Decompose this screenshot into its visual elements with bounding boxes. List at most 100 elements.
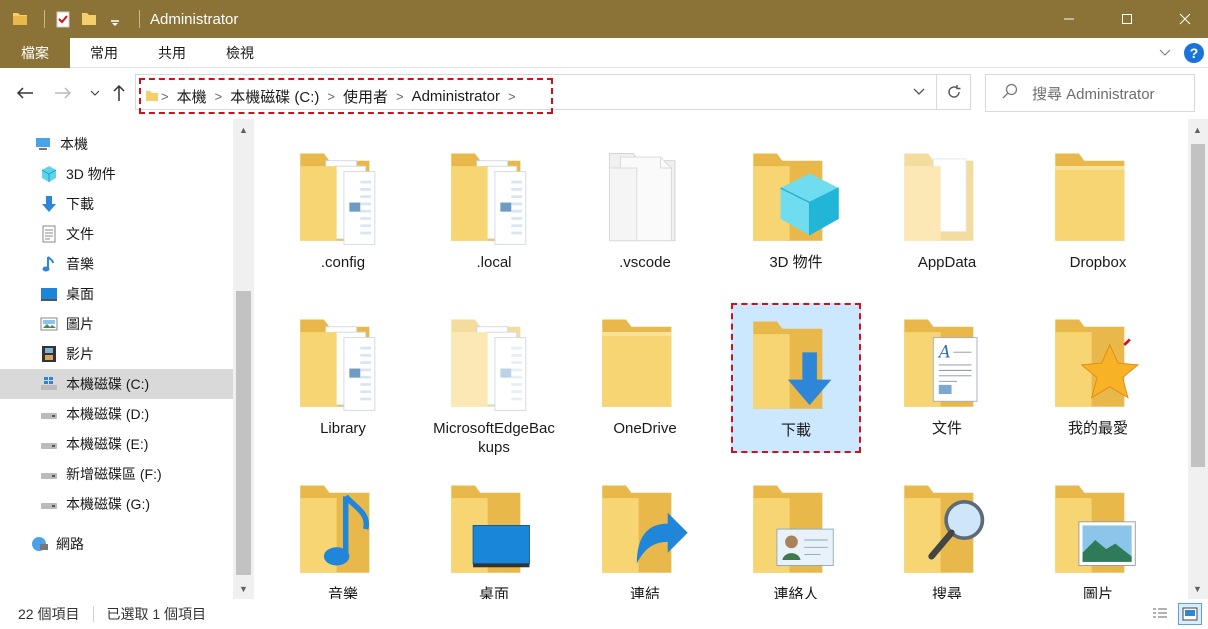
maximize-button[interactable]: [1104, 0, 1150, 38]
folder-star-icon: [1048, 309, 1148, 419]
breadcrumb-users[interactable]: 使用者: [343, 86, 388, 107]
nav-item-network[interactable]: 網路: [0, 529, 233, 559]
file-item[interactable]: 圖片: [1033, 469, 1163, 599]
file-item[interactable]: 3D 物件: [731, 137, 861, 287]
expand-ribbon-icon[interactable]: [1158, 45, 1172, 61]
help-icon[interactable]: ?: [1184, 43, 1204, 63]
file-item[interactable]: A 文件: [882, 303, 1012, 453]
refresh-button[interactable]: [936, 75, 970, 109]
nav-item-drive-c[interactable]: 本機磁碟 (C:): [0, 369, 233, 399]
file-item-label: 3D 物件: [769, 254, 823, 271]
file-item[interactable]: 連絡人: [731, 469, 861, 599]
ribbon-tabs: 檔案 常用 共用 檢視 ?: [0, 37, 1208, 68]
close-button[interactable]: [1162, 0, 1208, 38]
file-item[interactable]: MicrosoftEdgeBackups: [429, 303, 559, 456]
address-row: > 本機 > 本機磁碟 (C:) > 使用者 > Administrator >…: [0, 69, 1208, 119]
chevron-right-icon[interactable]: >: [508, 89, 516, 104]
file-item[interactable]: 音樂: [278, 469, 408, 599]
item-count: 22 個項目: [18, 606, 80, 622]
nav-item-music[interactable]: 音樂: [0, 249, 233, 279]
nav-scrollbar-thumb[interactable]: [236, 291, 251, 575]
file-item-label: AppData: [917, 254, 977, 271]
content-scrollbar-thumb[interactable]: [1191, 144, 1205, 467]
chevron-right-icon[interactable]: >: [396, 89, 404, 104]
nav-item-drive-g[interactable]: 本機磁碟 (G:): [0, 489, 233, 519]
nav-item-drive-d[interactable]: 本機磁碟 (D:): [0, 399, 233, 429]
file-item[interactable]: 桌面: [429, 469, 559, 599]
file-item-label: 我的最愛: [1067, 420, 1128, 437]
file-item[interactable]: 我的最愛: [1033, 303, 1163, 453]
breadcrumb-this-pc[interactable]: 本機: [177, 86, 207, 107]
chevron-down-icon: [90, 90, 100, 96]
content-scrollbar[interactable]: ▲ ▼: [1188, 119, 1208, 599]
nav-item-pictures[interactable]: 圖片: [0, 309, 233, 339]
folder-download-icon: [746, 311, 846, 421]
breadcrumb-administrator[interactable]: Administrator: [412, 88, 500, 105]
file-item-label: 連絡人: [773, 586, 819, 599]
file-item[interactable]: AppData: [882, 137, 1012, 287]
nav-item-this-pc[interactable]: 本機: [0, 129, 233, 159]
nav-item-videos[interactable]: 影片: [0, 339, 233, 369]
selection-count: 已選取 1 個項目: [106, 606, 207, 622]
nav-item-drive-f[interactable]: 新增磁碟區 (F:): [0, 459, 233, 489]
details-view-button[interactable]: [1148, 603, 1172, 625]
folder-docs-icon: [293, 309, 393, 419]
forward-button[interactable]: [52, 81, 74, 105]
drive-icon: [40, 435, 58, 453]
customize-toolbar-icon[interactable]: [105, 9, 125, 29]
nav-item-desktop[interactable]: 桌面: [0, 279, 233, 309]
nav-scrollbar[interactable]: ▲ ▼: [233, 119, 254, 599]
tab-file[interactable]: 檔案: [0, 37, 70, 68]
tab-home[interactable]: 常用: [70, 38, 138, 68]
file-item[interactable]: Library: [278, 303, 408, 453]
folder-music-icon: [293, 475, 393, 585]
search-input[interactable]: 搜尋 Administrator: [985, 74, 1195, 112]
tab-view[interactable]: 檢視: [206, 38, 274, 68]
scroll-up-icon[interactable]: ▲: [1189, 121, 1206, 138]
address-bar[interactable]: > 本機 > 本機磁碟 (C:) > 使用者 > Administrator >: [135, 74, 971, 114]
file-item-label: 下載: [780, 422, 811, 439]
navigation-pane: 本機 3D 物件 下載 文件 音樂 桌面 圖片 影片 本機磁碟 (C:) 本機磁…: [0, 119, 254, 599]
file-item[interactable]: .config: [278, 137, 408, 287]
scroll-down-icon[interactable]: ▼: [235, 580, 252, 597]
file-item[interactable]: .local: [429, 137, 559, 287]
minimize-button[interactable]: [1046, 0, 1092, 38]
nav-item-label: 桌面: [66, 286, 94, 302]
file-item[interactable]: 搜尋: [882, 469, 1012, 599]
folder-white-icon: [595, 143, 695, 253]
file-item[interactable]: Dropbox: [1033, 137, 1163, 287]
videos-icon: [40, 345, 58, 363]
file-item[interactable]: 連結: [580, 469, 710, 599]
up-button[interactable]: [108, 81, 130, 105]
nav-item-downloads[interactable]: 下載: [0, 189, 233, 219]
folder-icon: [10, 9, 30, 29]
file-item-label: 文件: [931, 420, 962, 437]
quick-access-toolbar: Administrator: [0, 0, 238, 38]
arrow-up-icon: [113, 84, 125, 101]
file-item-label: 搜尋: [931, 586, 962, 599]
chevron-right-icon[interactable]: >: [215, 89, 223, 104]
folder-docs-icon: [293, 143, 393, 253]
tab-share[interactable]: 共用: [138, 38, 206, 68]
file-item[interactable]: 下載: [731, 303, 861, 453]
nav-item-label: 本機磁碟 (D:): [66, 406, 150, 422]
scroll-down-icon[interactable]: ▼: [1189, 580, 1206, 597]
nav-item-3d-objects[interactable]: 3D 物件: [0, 159, 233, 189]
chevron-right-icon[interactable]: >: [161, 89, 169, 104]
back-button[interactable]: [14, 81, 36, 105]
chevron-right-icon[interactable]: >: [327, 89, 335, 104]
nav-item-documents[interactable]: 文件: [0, 219, 233, 249]
ribbon-right-controls: ?: [1158, 38, 1208, 68]
breadcrumb-drive-c[interactable]: 本機磁碟 (C:): [230, 86, 319, 107]
scroll-up-icon[interactable]: ▲: [235, 121, 252, 138]
file-item[interactable]: .vscode: [580, 137, 710, 287]
pictures-icon: [40, 315, 58, 333]
large-icons-view-button[interactable]: [1178, 603, 1202, 625]
properties-icon[interactable]: [53, 9, 73, 29]
new-folder-icon[interactable]: [79, 9, 99, 29]
file-item[interactable]: OneDrive: [580, 303, 710, 453]
nav-item-drive-e[interactable]: 本機磁碟 (E:): [0, 429, 233, 459]
address-dropdown-button[interactable]: [902, 75, 936, 109]
arrow-left-icon: [16, 87, 33, 99]
recent-locations-button[interactable]: [84, 81, 106, 105]
